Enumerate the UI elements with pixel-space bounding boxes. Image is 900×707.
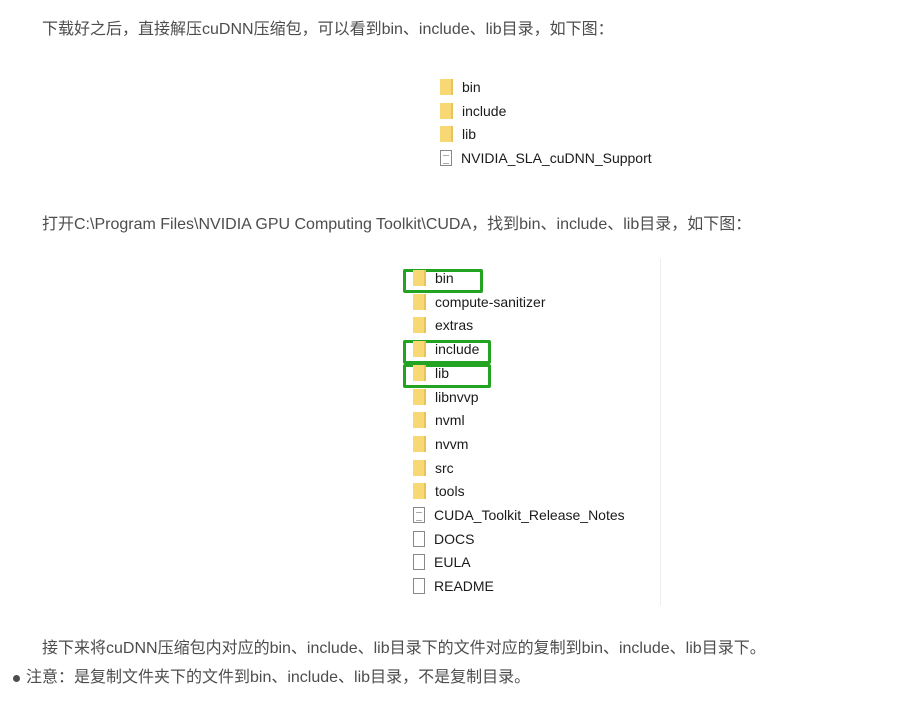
file-name: compute-sanitizer: [435, 293, 546, 310]
file-name: DOCS: [434, 530, 475, 547]
file-name: CUDA_Toolkit_Release_Notes: [434, 507, 625, 523]
folder-icon: [413, 388, 426, 405]
file-item: nvvm: [413, 434, 468, 454]
file-item: include: [413, 339, 479, 359]
file-item: bin: [440, 77, 481, 97]
file-item: lib: [413, 363, 449, 383]
file-name: EULA: [434, 554, 471, 571]
folder-icon: [413, 364, 426, 381]
file-name: include: [435, 341, 480, 358]
file-item: EULA: [413, 552, 471, 572]
file-item: include: [440, 101, 506, 121]
paragraph-unzip: 下载好之后，直接解压cuDNN压缩包，可以看到bin、include、lib目录…: [42, 21, 614, 38]
file-icon: [413, 578, 425, 595]
file-item: src: [413, 458, 454, 478]
file-name: bin: [435, 270, 454, 286]
file-name: extras: [435, 317, 474, 334]
folder-icon: [413, 412, 426, 429]
folder-icon: [440, 102, 453, 119]
folder-icon: [413, 483, 426, 500]
file-name: tools: [435, 483, 465, 500]
file-icon: [413, 554, 425, 571]
paragraph-open-cuda: 打开C:\Program Files\NVIDIA GPU Computing …: [42, 216, 752, 233]
file-name: libnvvp: [435, 388, 479, 405]
folder-icon: [440, 126, 453, 142]
folder-icon: [413, 293, 426, 310]
file-item: libnvvp: [413, 387, 479, 407]
bullet-icon: [13, 675, 20, 682]
file-icon: [440, 149, 452, 166]
file-name: bin: [462, 79, 481, 95]
file-item: DOCS: [413, 529, 474, 549]
file-item: NVIDIA_SLA_cuDNN_Support: [440, 148, 652, 168]
file-item: README: [413, 576, 494, 596]
folder-icon: [413, 459, 426, 476]
folder-icon: [413, 435, 426, 452]
note-text: 注意：是复制文件夹下的文件到bin、include、lib目录，不是复制目录。: [26, 669, 531, 686]
file-name: nvvm: [435, 435, 469, 452]
file-item: bin: [413, 268, 454, 288]
file-icon: [413, 507, 425, 523]
file-item: lib: [440, 124, 476, 144]
folder-icon: [413, 270, 426, 286]
file-item: CUDA_Toolkit_Release_Notes: [413, 505, 625, 525]
file-name: README: [434, 578, 494, 595]
file-item: nvml: [413, 410, 465, 430]
file-icon: [413, 530, 425, 547]
file-name: include: [462, 102, 507, 119]
file-name: NVIDIA_SLA_cuDNN_Support: [461, 149, 652, 166]
folder-icon: [413, 341, 426, 358]
folder-icon: [440, 79, 453, 95]
file-item: tools: [413, 481, 465, 501]
image-border: [660, 258, 661, 606]
file-name: src: [435, 459, 454, 476]
file-item: extras: [413, 315, 473, 335]
file-name: nvml: [435, 412, 465, 429]
file-item: compute-sanitizer: [413, 292, 546, 312]
file-name: lib: [462, 126, 477, 142]
folder-icon: [413, 317, 426, 334]
paragraph-copy: 接下来将cuDNN压缩包内对应的bin、include、lib目录下的文件对应的…: [42, 640, 766, 657]
file-name: lib: [435, 364, 450, 381]
